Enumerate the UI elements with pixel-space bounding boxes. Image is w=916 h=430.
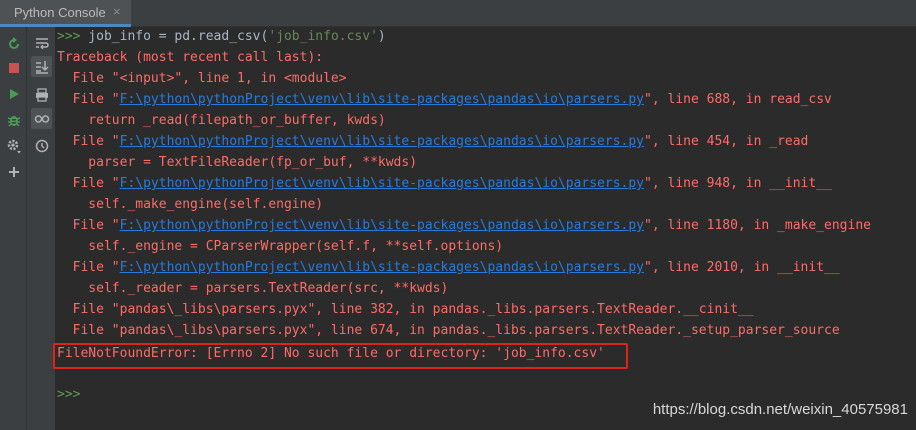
scroll-to-end-icon[interactable]	[31, 56, 52, 77]
traceback-header: Traceback (most recent call last):	[57, 50, 324, 65]
console-view-toolbar	[27, 27, 56, 430]
error-highlight-box	[53, 343, 628, 369]
traceback-frame: File "F:\python\pythonProject\venv\lib\s…	[57, 218, 871, 233]
settings-icon[interactable]	[3, 135, 24, 156]
debug-icon[interactable]	[3, 109, 24, 130]
prompt: >>>	[57, 29, 81, 44]
traceback-code: return _read(filepath_or_buffer, kwds)	[57, 113, 386, 128]
rerun-icon[interactable]	[3, 33, 24, 54]
stop-icon[interactable]	[3, 57, 24, 78]
tab-python-console[interactable]: Python Console ×	[0, 0, 131, 27]
traceback-frame: File "pandas\_libs\parsers.pyx", line 67…	[57, 323, 840, 338]
console-output[interactable]: >>> job_info = pd.read_csv('job_info.csv…	[56, 27, 916, 430]
add-icon[interactable]	[3, 161, 24, 182]
traceback-frame: File "<input>", line 1, in <module>	[57, 71, 347, 86]
traceback-frame: File "pandas\_libs\parsers.pyx", line 38…	[57, 302, 754, 317]
traceback-frame: File "F:\python\pythonProject\venv\lib\s…	[57, 260, 840, 275]
file-link[interactable]: F:\python\pythonProject\venv\lib\site-pa…	[120, 92, 644, 107]
command-close: )	[377, 29, 386, 44]
traceback-frame: File "F:\python\pythonProject\venv\lib\s…	[57, 92, 832, 107]
tool-window-tabbar: Python Console ×	[0, 0, 916, 27]
input-prompt[interactable]: >>>	[57, 387, 80, 403]
history-icon[interactable]	[31, 135, 52, 156]
command-line: >>> job_info = pd.read_csv('job_info.csv…	[57, 29, 386, 45]
watermark: https://blog.csdn.net/weixin_40575981	[652, 401, 908, 418]
traceback-code: self._engine = CParserWrapper(self.f, **…	[57, 239, 504, 254]
tab-title: Python Console	[14, 4, 106, 20]
show-variables-icon[interactable]	[31, 108, 52, 129]
file-link[interactable]: F:\python\pythonProject\venv\lib\site-pa…	[120, 176, 644, 191]
traceback-code: self._make_engine(self.engine)	[57, 197, 324, 212]
command-text: job_info = pd.read_csv(	[80, 29, 269, 44]
run-icon[interactable]	[3, 83, 24, 104]
traceback-code: self._reader = parsers.TextReader(src, *…	[57, 281, 449, 296]
traceback-frame: File "F:\python\pythonProject\venv\lib\s…	[57, 134, 809, 149]
soft-wrap-icon[interactable]	[31, 32, 52, 53]
command-string: 'job_info.csv'	[268, 29, 378, 44]
print-icon[interactable]	[31, 84, 52, 105]
file-link[interactable]: F:\python\pythonProject\venv\lib\site-pa…	[120, 218, 644, 233]
traceback-code: parser = TextFileReader(fp_or_buf, **kwd…	[57, 155, 418, 170]
traceback-frame: File "F:\python\pythonProject\venv\lib\s…	[57, 176, 832, 191]
file-link[interactable]: F:\python\pythonProject\venv\lib\site-pa…	[120, 134, 644, 149]
console-action-toolbar	[0, 27, 27, 430]
file-link[interactable]: F:\python\pythonProject\venv\lib\site-pa…	[120, 260, 644, 275]
close-icon[interactable]: ×	[113, 4, 121, 19]
